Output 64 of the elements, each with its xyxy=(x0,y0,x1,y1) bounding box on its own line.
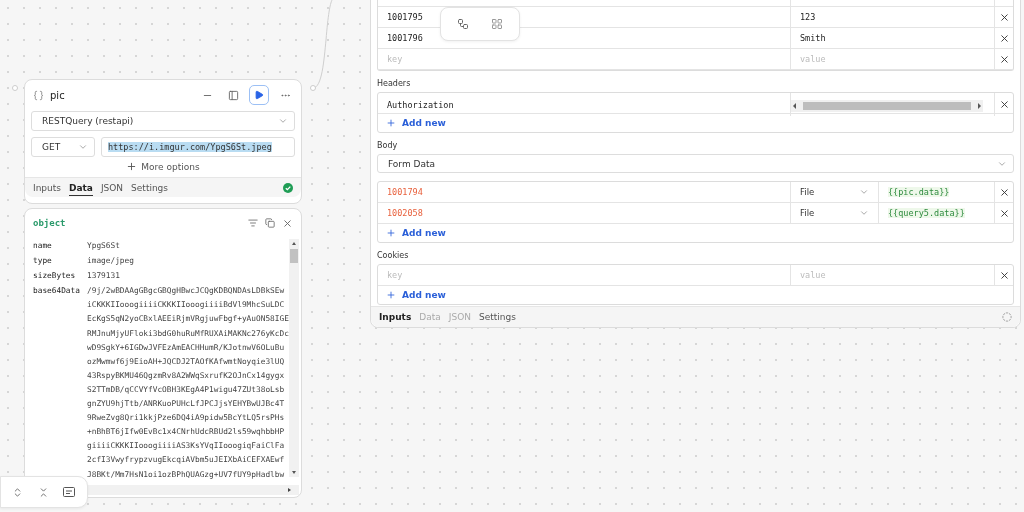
close-icon xyxy=(998,32,1010,44)
object-type-label: object xyxy=(33,218,67,228)
grid-icon xyxy=(491,18,503,30)
workflow-icon xyxy=(457,18,469,30)
key-field[interactable]: 1001795 xyxy=(387,12,781,22)
list-icon xyxy=(248,218,258,228)
value-field[interactable]: 123 xyxy=(800,12,985,22)
key-field[interactable]: 1002058 xyxy=(387,208,781,218)
play-icon xyxy=(254,90,264,100)
method-select[interactable]: GET xyxy=(31,137,95,157)
chevron-down-icon xyxy=(859,208,869,218)
value-field[interactable]: value xyxy=(800,54,985,64)
value-field[interactable]: Smith xyxy=(800,33,985,43)
chevron-down-icon xyxy=(278,116,288,126)
tab[interactable]: JSON xyxy=(100,179,124,196)
plus-icon xyxy=(386,118,396,128)
value-binding[interactable]: {{query5.data}} xyxy=(888,208,965,218)
chevron-down-icon xyxy=(859,187,869,197)
close-icon xyxy=(998,207,1010,219)
key-field[interactable]: key xyxy=(387,54,781,64)
node-title: pic xyxy=(50,89,66,101)
key-field[interactable]: key xyxy=(387,270,781,280)
value-binding[interactable]: {{pic.data}} xyxy=(888,187,950,197)
close-icon xyxy=(281,217,293,229)
braces-icon xyxy=(33,89,44,101)
key-field[interactable]: 1001794 xyxy=(387,187,781,197)
note-icon xyxy=(63,487,75,497)
plus-icon xyxy=(386,290,396,300)
type-select[interactable]: File xyxy=(800,208,869,218)
panel-icon xyxy=(227,89,239,101)
section-label: Cookies xyxy=(377,250,410,262)
tab[interactable]: Inputs xyxy=(379,309,412,325)
url-field[interactable]: https://i.imgur.com/YpgS6St.jpeg xyxy=(101,137,295,157)
tab[interactable]: Settings xyxy=(131,179,169,196)
add-new-button[interactable]: Add new xyxy=(378,114,454,132)
tab[interactable]: Settings xyxy=(478,309,516,325)
value-field[interactable]: value xyxy=(800,270,985,280)
key-field[interactable]: 1001796 xyxy=(387,33,781,43)
close-icon xyxy=(998,186,1010,198)
loading-icon xyxy=(1002,312,1012,322)
close-icon xyxy=(998,99,1010,110)
resource-select[interactable]: RESTQuery (restapi) xyxy=(31,111,295,131)
connector-handle[interactable] xyxy=(12,85,18,91)
body-type-select[interactable]: Form Data xyxy=(377,154,1014,173)
plus-icon xyxy=(126,161,138,172)
more-options-button[interactable]: More options xyxy=(122,160,204,173)
key-field[interactable]: Authorization xyxy=(387,99,781,110)
vertical-scrollbar[interactable] xyxy=(289,239,299,477)
tab[interactable]: Inputs xyxy=(33,179,61,196)
horizontal-scrollbar[interactable] xyxy=(85,485,299,495)
section-label: Body xyxy=(377,140,399,152)
close-icon xyxy=(998,269,1010,281)
chevron-down-icon xyxy=(78,142,88,152)
tab[interactable]: Data xyxy=(69,179,93,196)
section-label: Headers xyxy=(377,78,412,90)
type-select[interactable]: File xyxy=(800,187,869,197)
close-icon xyxy=(998,11,1010,23)
close-icon xyxy=(998,53,1010,65)
plus-icon xyxy=(386,228,396,238)
copy-icon xyxy=(265,218,275,228)
run-button[interactable] xyxy=(249,85,269,105)
add-new-button[interactable]: Add new xyxy=(378,286,454,304)
add-new-button[interactable]: Add new xyxy=(378,224,454,242)
scrollbar[interactable] xyxy=(791,100,983,112)
